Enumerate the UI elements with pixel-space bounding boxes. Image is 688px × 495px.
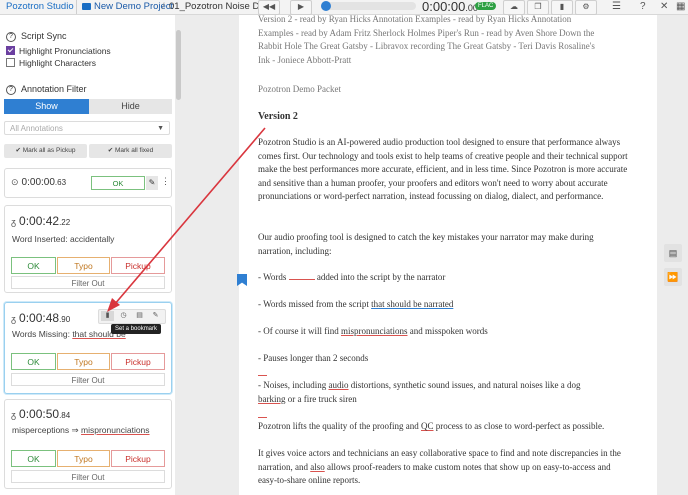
annotation-arrow	[107, 127, 266, 312]
arrow-line	[113, 127, 266, 306]
